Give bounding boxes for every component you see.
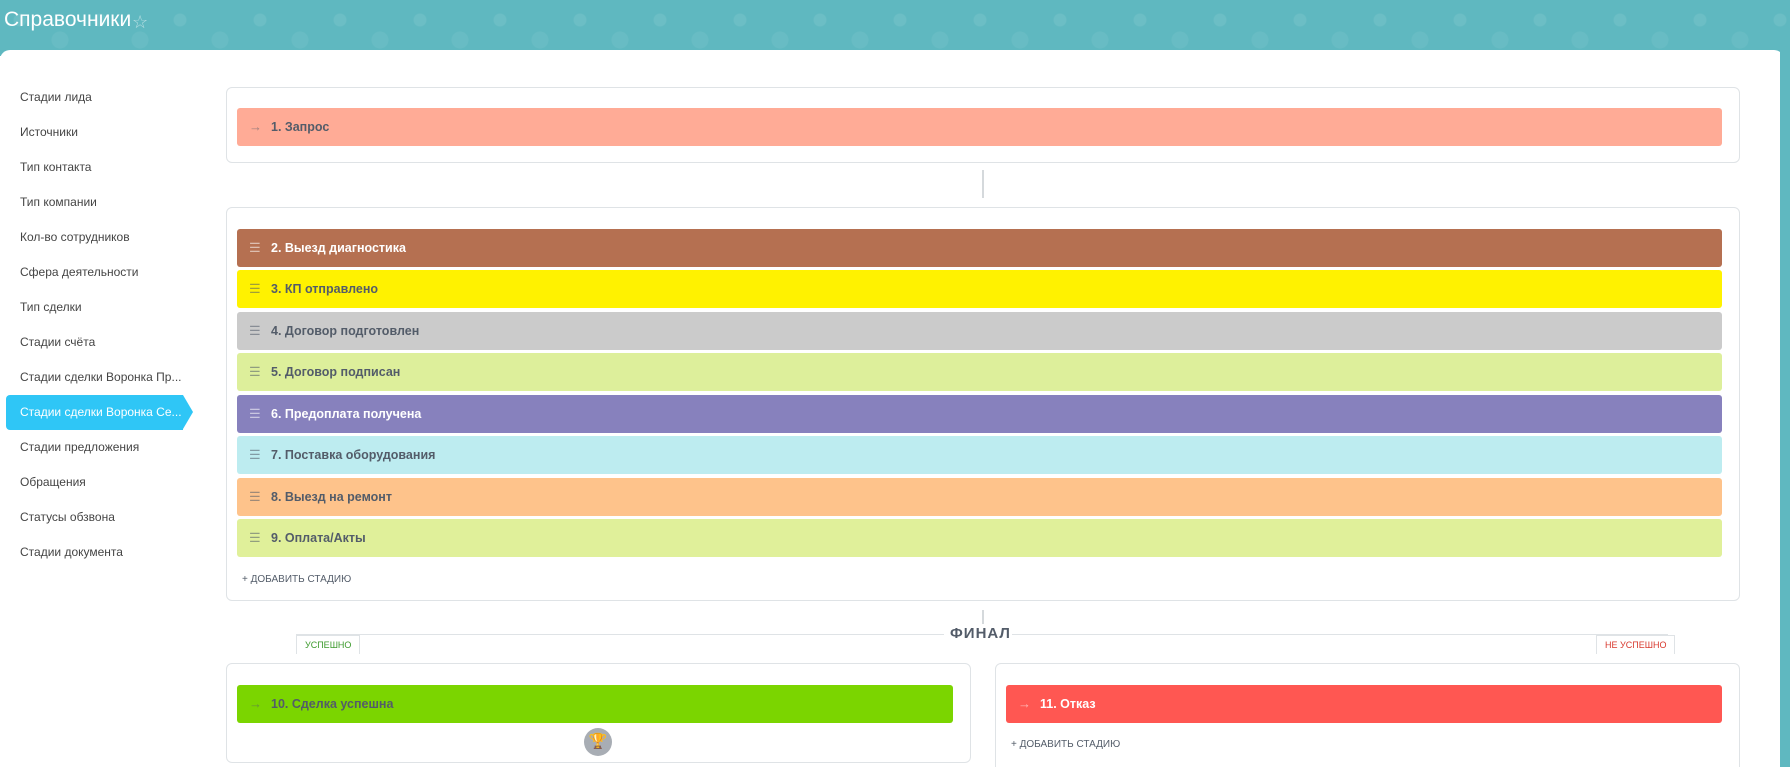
stage-item[interactable]: ☰ 6. Предоплата получена: [237, 395, 1722, 433]
stage-item[interactable]: ☰ 8. Выезд на ремонт: [237, 478, 1722, 516]
sidebar-item-document-stages[interactable]: Стадии документа: [6, 535, 184, 570]
final-divider-left: [296, 634, 944, 635]
sidebar-item-industry[interactable]: Сфера деятельности: [6, 255, 184, 290]
drag-handle-icon[interactable]: ☰: [249, 436, 261, 474]
stage-label: 9. Оплата/Акты: [271, 531, 366, 545]
drag-handle-icon[interactable]: ☰: [249, 312, 261, 350]
stage-label: 11. Отказ: [1040, 697, 1096, 711]
fail-tag: НЕ УСПЕШНО: [1596, 635, 1676, 654]
stage-label: 4. Договор подготовлен: [271, 324, 420, 338]
drag-handle-icon[interactable]: ☰: [249, 395, 261, 433]
drag-handle-icon[interactable]: ☰: [249, 353, 261, 391]
sidebar-item-invoice-stages[interactable]: Стадии счёта: [6, 325, 184, 360]
sidebar-item-lead-stages[interactable]: Стадии лида: [6, 80, 184, 115]
sidebar-item-quote-stages[interactable]: Стадии предложения: [6, 430, 184, 465]
stage-label: 1. Запрос: [271, 120, 330, 134]
star-icon[interactable]: ☆: [132, 12, 148, 33]
trophy-icon: 🏆: [584, 728, 612, 756]
scrollbar[interactable]: [1780, 50, 1790, 767]
stage-label: 10. Сделка успешна: [271, 697, 394, 711]
drag-handle-icon[interactable]: ☰: [249, 270, 261, 308]
stage-initial[interactable]: → 1. Запрос: [237, 108, 1722, 146]
sidebar-item-contact-type[interactable]: Тип контакта: [6, 150, 184, 185]
final-title: ФИНАЛ: [950, 625, 1011, 642]
fail-panel: → 11. Отказ + ДОБАВИТЬ СТАДИЮ: [995, 663, 1740, 767]
sidebar-item-deal-stages-pipeline-2[interactable]: Стадии сделки Воронка Се...: [6, 395, 183, 430]
stage-label: 8. Выезд на ремонт: [271, 490, 392, 504]
stage-label: 7. Поставка оборудования: [271, 448, 436, 462]
stages-panel: ☰ 2. Выезд диагностика ☰ 3. КП отправлен…: [226, 207, 1740, 601]
initial-stage-panel: → 1. Запрос: [226, 87, 1740, 163]
stage-label: 2. Выезд диагностика: [271, 241, 406, 255]
stage-item[interactable]: ☰ 5. Договор подписан: [237, 353, 1722, 391]
add-stage-button[interactable]: + ДОБАВИТЬ СТАДИЮ: [242, 574, 351, 585]
drag-handle-icon[interactable]: ☰: [249, 478, 261, 516]
stage-fail[interactable]: → 11. Отказ: [1006, 685, 1722, 723]
sidebar-item-call-statuses[interactable]: Статусы обзвона: [6, 500, 184, 535]
arrow-right-icon: →: [1018, 696, 1031, 711]
sidebar-item-deal-type[interactable]: Тип сделки: [6, 290, 184, 325]
page-title: Справочники: [4, 8, 132, 31]
sidebar-item-employee-count[interactable]: Кол-во сотрудников: [6, 220, 184, 255]
arrow-right-icon: →: [249, 119, 262, 134]
stage-label: 3. КП отправлено: [271, 282, 379, 296]
success-tag: УСПЕШНО: [296, 635, 361, 654]
stage-success[interactable]: → 10. Сделка успешна: [237, 685, 953, 723]
active-indicator-arrow: [183, 395, 193, 429]
page-header: Справочники ☆: [0, 0, 1790, 56]
stage-label: 6. Предоплата получена: [271, 407, 422, 421]
connector-line: [982, 610, 984, 624]
drag-handle-icon[interactable]: ☰: [249, 519, 261, 557]
sidebar: Стадии лида Источники Тип контакта Тип к…: [6, 80, 194, 570]
drag-handle-icon[interactable]: ☰: [249, 229, 261, 267]
stage-item[interactable]: ☰ 3. КП отправлено: [237, 270, 1722, 308]
sidebar-item-requests[interactable]: Обращения: [6, 465, 184, 500]
connector-line: [982, 170, 984, 198]
stage-item[interactable]: ☰ 4. Договор подготовлен: [237, 312, 1722, 350]
arrow-right-icon: →: [249, 696, 262, 711]
stage-item[interactable]: ☰ 9. Оплата/Акты: [237, 519, 1722, 557]
final-divider-right: [1012, 634, 1668, 635]
add-stage-button[interactable]: + ДОБАВИТЬ СТАДИЮ: [1011, 739, 1120, 750]
sidebar-item-sources[interactable]: Источники: [6, 115, 184, 150]
stage-item[interactable]: ☰ 7. Поставка оборудования: [237, 436, 1722, 474]
sidebar-item-deal-stages-pipeline-1[interactable]: Стадии сделки Воронка Пр...: [6, 360, 184, 395]
stage-label: 5. Договор подписан: [271, 365, 401, 379]
sidebar-item-company-type[interactable]: Тип компании: [6, 185, 184, 220]
stage-item[interactable]: ☰ 2. Выезд диагностика: [237, 229, 1722, 267]
